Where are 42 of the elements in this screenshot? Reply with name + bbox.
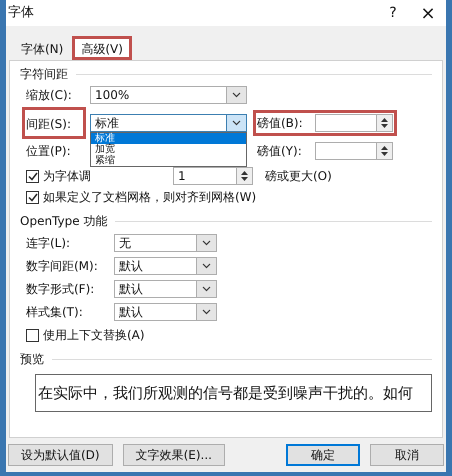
spin-box[interactable] bbox=[315, 114, 393, 132]
dialog-button[interactable]: 确定 bbox=[286, 444, 360, 466]
dropdown-option[interactable]: 加宽 bbox=[91, 144, 246, 155]
combo-box[interactable]: 标准 bbox=[90, 114, 247, 132]
preview-text: 在实际中，我们所观测的信号都是受到噪声干扰的。如何 bbox=[38, 382, 413, 404]
section-title: OpenType 功能 bbox=[20, 213, 108, 230]
dropdown-option[interactable]: 标准 bbox=[91, 133, 246, 144]
field-label: 间距(S): bbox=[26, 117, 72, 131]
checkbox[interactable] bbox=[26, 328, 39, 342]
dialog-button[interactable]: 设为默认值(D) bbox=[8, 444, 113, 466]
field-label: 位置(P): bbox=[26, 143, 72, 160]
field-label: 缩放(C): bbox=[26, 87, 73, 104]
window-title: 字体 bbox=[8, 4, 35, 22]
combo-box[interactable]: 默认 bbox=[114, 303, 217, 321]
spin-arrows-icon bbox=[236, 168, 252, 184]
dialog-button[interactable]: 取消 bbox=[370, 444, 444, 466]
field-label: 磅或更大(O) bbox=[265, 168, 332, 185]
close-button[interactable]: × bbox=[408, 0, 446, 26]
combo-box[interactable]: 默认 bbox=[114, 257, 217, 275]
checkbox-label[interactable]: 使用上下文替换(A) bbox=[43, 326, 145, 344]
checkbox[interactable] bbox=[26, 170, 39, 182]
combo-box[interactable]: 100% bbox=[90, 86, 247, 104]
section-title: 预览 bbox=[20, 351, 44, 368]
dropdown-option[interactable]: 紧缩 bbox=[91, 155, 246, 166]
section-title: 字符间距 bbox=[20, 66, 68, 83]
field-label: 数字形式(F): bbox=[26, 281, 96, 298]
field-label: 磅值(Y): bbox=[257, 143, 303, 160]
field-label: 数字间距(M): bbox=[26, 258, 99, 275]
field-label: 样式集(T): bbox=[26, 304, 84, 321]
combo-box[interactable]: 无 bbox=[114, 234, 217, 252]
spin-arrows-icon bbox=[376, 143, 392, 159]
checkbox-label[interactable]: 如果定义了文档网格，则对齐到网格(W) bbox=[43, 188, 256, 206]
field-label: 磅值(B): bbox=[257, 115, 304, 132]
spin-box[interactable]: 1 bbox=[173, 167, 253, 185]
help-button[interactable]: ? bbox=[378, 2, 408, 24]
checkbox[interactable] bbox=[26, 190, 39, 204]
checkbox-label[interactable]: 为字体调 bbox=[43, 167, 91, 185]
dialog-button[interactable]: 文字效果(E)... bbox=[122, 444, 225, 466]
spin-arrows-icon bbox=[376, 115, 392, 131]
spin-box[interactable] bbox=[315, 142, 393, 160]
combo-box[interactable]: 默认 bbox=[114, 280, 217, 298]
field-label: 连字(L): bbox=[26, 235, 72, 252]
